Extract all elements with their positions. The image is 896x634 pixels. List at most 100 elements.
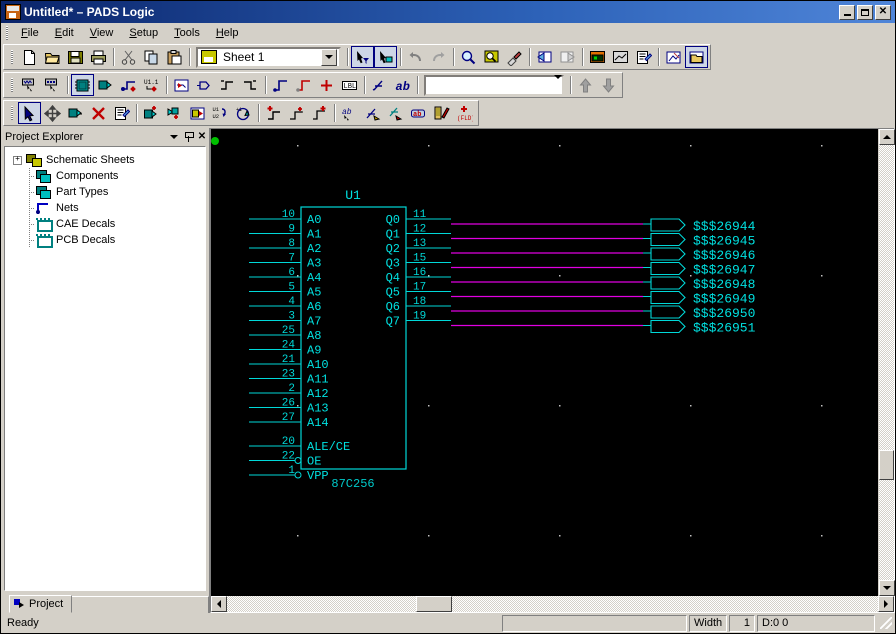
forward-icon[interactable] xyxy=(556,46,579,68)
close-button[interactable]: ✕ xyxy=(875,4,891,20)
vscroll-thumb[interactable] xyxy=(879,449,894,480)
select-connection-icon[interactable] xyxy=(41,74,64,96)
chevron-down-icon[interactable] xyxy=(321,48,337,66)
print-icon[interactable] xyxy=(87,46,110,68)
close-icon[interactable]: ✕ xyxy=(195,130,209,144)
paste-icon[interactable] xyxy=(163,46,186,68)
menu-grip[interactable] xyxy=(3,25,11,41)
hscroll-track[interactable] xyxy=(227,596,878,612)
sheet-selector[interactable]: Sheet 1 xyxy=(196,46,341,68)
move-down-icon[interactable] xyxy=(597,74,620,96)
project-explorer-icon[interactable] xyxy=(685,46,708,68)
properties-icon[interactable] xyxy=(632,46,655,68)
query-icon[interactable] xyxy=(110,102,133,124)
move-up-icon[interactable] xyxy=(574,74,597,96)
add-net-flag-icon[interactable] xyxy=(269,74,292,96)
edit-net-icon[interactable] xyxy=(361,102,384,124)
select-net-tool-icon[interactable] xyxy=(18,74,41,96)
copy-icon[interactable] xyxy=(140,46,163,68)
hscroll-thumb[interactable] xyxy=(415,596,452,612)
toolbar-standard-grip[interactable] xyxy=(8,49,16,65)
copy-entity-icon[interactable] xyxy=(64,102,87,124)
add-net-flag-2-icon[interactable] xyxy=(262,102,285,124)
tree-item-pcb-decals[interactable]: PCB Decals xyxy=(5,232,205,248)
new-icon[interactable] xyxy=(18,46,41,68)
project-tree[interactable]: + Schematic Sheets Components Part Types xyxy=(4,146,206,591)
tab-project[interactable]: Project xyxy=(9,595,73,613)
edit-attr-icon[interactable]: ab xyxy=(338,102,361,124)
swap-refdes-icon[interactable]: U1 U2 xyxy=(209,102,232,124)
menu-file[interactable]: File xyxy=(13,24,47,42)
resize-grip[interactable] xyxy=(879,616,893,630)
tree-item-part-types[interactable]: Part Types xyxy=(5,184,205,200)
redraw-icon[interactable] xyxy=(503,46,526,68)
add-junction-icon[interactable] xyxy=(315,74,338,96)
tree-item-schematic-sheets[interactable]: + Schematic Sheets xyxy=(5,152,205,168)
toolbar-drawing-grip[interactable] xyxy=(8,105,16,121)
horizontal-scrollbar[interactable] xyxy=(211,596,894,612)
back-icon[interactable] xyxy=(533,46,556,68)
tree-item-nets[interactable]: Nets xyxy=(5,200,205,216)
delete-icon[interactable] xyxy=(87,102,110,124)
scroll-up-button[interactable] xyxy=(879,129,895,145)
expander-icon[interactable]: + xyxy=(13,155,22,165)
zoom-icon[interactable] xyxy=(457,46,480,68)
add-text-icon[interactable]: ab xyxy=(391,74,414,96)
add-part-2-icon[interactable] xyxy=(140,102,163,124)
zoom-area-icon[interactable] xyxy=(480,46,503,68)
add-bus-icon[interactable] xyxy=(117,74,140,96)
edit-label-icon[interactable]: ab xyxy=(407,102,430,124)
add-source-2-icon[interactable] xyxy=(308,102,331,124)
rename-part-icon[interactable]: U1.1 xyxy=(140,74,163,96)
add-field-icon[interactable] xyxy=(368,74,391,96)
maximize-button[interactable] xyxy=(857,4,873,20)
tree-item-cae-decals[interactable]: CAE Decals xyxy=(5,216,205,232)
menu-setup[interactable]: Setup xyxy=(121,24,166,42)
schematic-canvas[interactable]: U1 87C256 10 A0 9 A1 8 A2 7 A3 6 A4 5 A5 4 A6 3 A7 25 A8 2… xyxy=(211,129,878,596)
pointer-icon[interactable] xyxy=(18,102,41,124)
pads-router-icon[interactable] xyxy=(609,46,632,68)
add-bus-flag-icon[interactable] xyxy=(292,74,315,96)
edit-bus-icon[interactable] xyxy=(384,102,407,124)
add-part-icon[interactable] xyxy=(71,74,94,96)
cut-icon[interactable] xyxy=(117,46,140,68)
redo-icon[interactable] xyxy=(427,46,450,68)
swap-gates-icon[interactable]: +1 xyxy=(232,102,255,124)
field-selector[interactable] xyxy=(424,74,564,96)
add-connection-2-icon[interactable] xyxy=(163,102,186,124)
menu-edit[interactable]: Edit xyxy=(47,24,82,42)
vscroll-track[interactable] xyxy=(879,145,894,580)
move-icon[interactable] xyxy=(41,102,64,124)
menu-help[interactable]: Help xyxy=(208,24,247,42)
open-icon[interactable] xyxy=(41,46,64,68)
ole-icon[interactable] xyxy=(662,46,685,68)
menu-tools[interactable]: Tools xyxy=(166,24,208,42)
net-label-group[interactable]: $$$26944$$$26945$$$26946$$$26947$$$26948… xyxy=(693,219,756,336)
component-u1[interactable]: U1 87C256 10 A0 9 A1 8 A2 7 A3 6 A4 5 A5 4 A6 3 A7 25 A8 2… xyxy=(249,188,451,491)
add-sheet-icon[interactable] xyxy=(186,102,209,124)
add-field-2-icon[interactable]: (FLD) xyxy=(453,102,476,124)
pads-layout-icon[interactable] xyxy=(586,46,609,68)
chevron-down-icon[interactable] xyxy=(167,130,181,144)
scroll-left-button[interactable] xyxy=(211,596,227,612)
undo-icon[interactable] xyxy=(404,46,427,68)
select-filter-icon[interactable] xyxy=(351,46,374,68)
add-sink-icon[interactable] xyxy=(239,74,262,96)
edit-text-icon[interactable] xyxy=(430,102,453,124)
add-off-page-2-icon[interactable] xyxy=(285,102,308,124)
wire-group[interactable] xyxy=(451,218,686,334)
scroll-down-button[interactable] xyxy=(879,580,895,596)
menu-view[interactable]: View xyxy=(82,24,122,42)
pin-icon[interactable] xyxy=(181,130,195,144)
select-net-icon[interactable] xyxy=(374,46,397,68)
add-off-page-icon[interactable] xyxy=(170,74,193,96)
minimize-button[interactable] xyxy=(839,4,855,20)
add-label-icon[interactable]: LBL xyxy=(338,74,361,96)
chevron-down-icon-2[interactable] xyxy=(554,75,562,91)
scroll-right-button[interactable] xyxy=(878,596,894,612)
vertical-scrollbar[interactable] xyxy=(878,129,895,596)
add-source-icon[interactable] xyxy=(216,74,239,96)
tree-item-components[interactable]: Components xyxy=(5,168,205,184)
toolbar-schematic-grip[interactable] xyxy=(8,77,16,93)
save-icon[interactable] xyxy=(64,46,87,68)
